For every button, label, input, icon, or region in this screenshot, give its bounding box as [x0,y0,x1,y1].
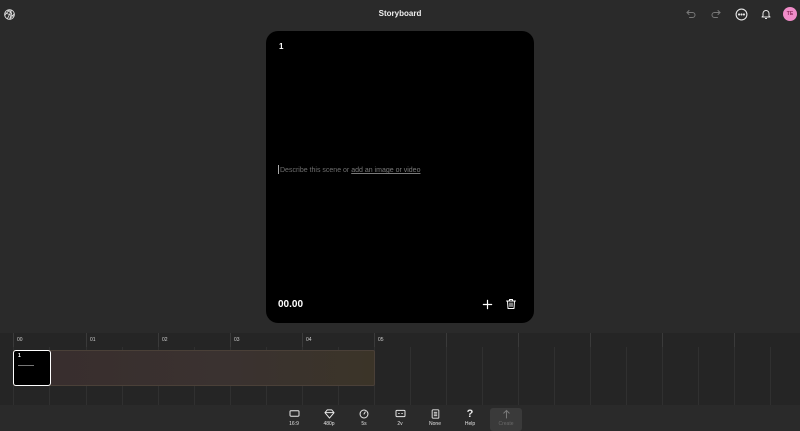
ruler-tick [13,333,14,347]
timeline-track[interactable] [13,350,375,386]
avatar[interactable]: TE [783,7,797,21]
create-label: Create [498,421,514,427]
preset-icon [429,408,441,419]
scene-prompt-placeholder: Describe this scene or [280,167,352,174]
scene-time: 00.00 [278,299,304,310]
variations-label: 2v [397,421,403,427]
duration-label: 5s [361,421,367,427]
grid-line [662,347,663,405]
diamond-icon [323,408,335,419]
clip-number: 1 [18,353,21,359]
grid-line [482,347,483,405]
variations-icon [394,408,406,419]
scene-number: 1 [279,42,284,51]
help-button[interactable]: ? Help [455,408,485,431]
ruler-tick [662,333,663,347]
ruler-tick [86,333,87,347]
plus-icon[interactable] [480,297,494,311]
bell-icon[interactable] [759,7,773,21]
duration-button[interactable]: 5s [349,408,379,431]
page-title: Storyboard [378,9,422,18]
ruler-tick [446,333,447,347]
ruler-label: 01 [90,337,96,343]
resolution-button[interactable]: 480p [314,408,344,431]
text-caret [278,165,279,174]
ruler-tick [230,333,231,347]
grid-line [410,347,411,405]
ruler-tick [734,333,735,347]
ruler-tick [158,333,159,347]
grid-line [734,347,735,405]
grid-line [518,347,519,405]
ruler-tick [590,333,591,347]
variations-button[interactable]: 2v [385,408,415,431]
header: Storyboard TE [0,0,800,30]
help-label: Help [464,421,476,427]
aspect-ratio-button[interactable]: 16:9 [279,408,309,431]
timeline[interactable]: 00 01 02 03 04 05 1 [0,333,800,405]
aspect-ratio-label: 16:9 [289,421,299,427]
grid-line [626,347,627,405]
preset-label: None [429,421,441,427]
storyboard-app: Storyboard TE 1 Describe this scene or a… [0,0,800,431]
ruler-label: 02 [162,337,168,343]
ruler-label: 00 [17,337,23,343]
resolution-label: 480p [323,421,335,427]
arrow-up-icon [500,408,512,419]
grid-line [554,347,555,405]
create-button[interactable]: Create [490,408,522,431]
redo-icon[interactable] [709,7,723,21]
ruler-tick [302,333,303,347]
grid-line [698,347,699,405]
clip-placeholder-line [18,365,34,366]
question-icon: ? [466,407,474,420]
more-icon[interactable] [734,7,748,21]
ruler-label: 05 [378,337,384,343]
ruler-tick [518,333,519,347]
timeline-clip[interactable]: 1 [13,350,51,386]
grid-line [590,347,591,405]
trash-icon[interactable] [504,297,518,311]
aspect-ratio-icon [288,408,300,419]
add-media-link[interactable]: add an image or video [351,167,420,174]
undo-icon[interactable] [684,7,698,21]
timeline-ruler: 00 01 02 03 04 05 [0,333,800,347]
scene-card: 1 Describe this scene or add an image or… [266,31,534,323]
ruler-tick [374,333,375,347]
ruler-label: 04 [306,337,312,343]
clock-icon [358,408,370,419]
preset-button[interactable]: None [420,408,450,431]
grid-line [770,347,771,405]
bottom-toolbar: 16:9 480p 5s 2v None ? Help Create [0,405,800,431]
ruler-label: 03 [234,337,240,343]
grid-line [446,347,447,405]
scene-prompt-input[interactable]: Describe this scene or add an image or v… [278,165,420,174]
